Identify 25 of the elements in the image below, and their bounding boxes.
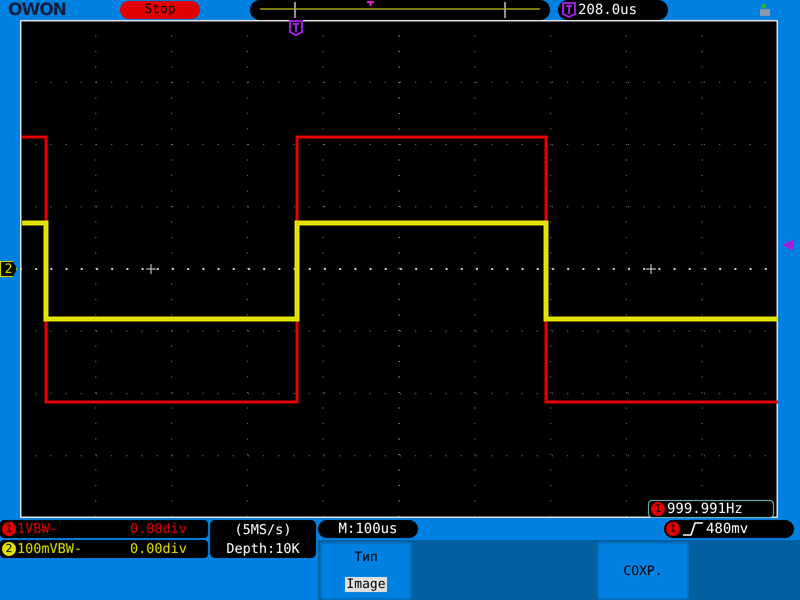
channel-number: 2	[2, 542, 16, 556]
logo: OWON	[7, 0, 67, 20]
sample-rate: (5MS/s)	[234, 522, 292, 538]
timebase-readout: M:100us	[318, 520, 418, 538]
trigger-level-icon	[782, 239, 794, 251]
channel-setting[interactable]: 1 1VBW- 0.00div	[0, 520, 208, 538]
channel-number: 1	[2, 522, 16, 536]
trigger-icon	[562, 2, 576, 18]
run-state-badge[interactable]: Stop	[120, 1, 200, 19]
save-menu-button[interactable]: СОХР.	[597, 542, 689, 600]
memory-depth: Depth:10K	[226, 540, 300, 556]
channel-number: 1	[666, 522, 680, 536]
type-menu-button[interactable]: Тип Image	[320, 542, 412, 600]
channel-marker[interactable]: 2	[0, 261, 17, 277]
channel-number: 1	[651, 502, 665, 516]
channel-setting[interactable]: 2 100mVBW- 0.00div	[0, 540, 208, 558]
trigger-level: 480mv	[706, 521, 748, 537]
rising-edge-icon	[682, 522, 704, 536]
usb-device-icon	[758, 3, 772, 17]
channel-scale: 1VBW-	[17, 521, 59, 537]
trigger-time: 208.0us	[578, 2, 638, 18]
channel-offset: 0.00div	[130, 541, 187, 557]
frequency-value: 999.991Hz	[667, 501, 743, 517]
channel-offset: 0.00div	[130, 521, 187, 537]
channel-scale: 100mVBW-	[17, 541, 84, 557]
